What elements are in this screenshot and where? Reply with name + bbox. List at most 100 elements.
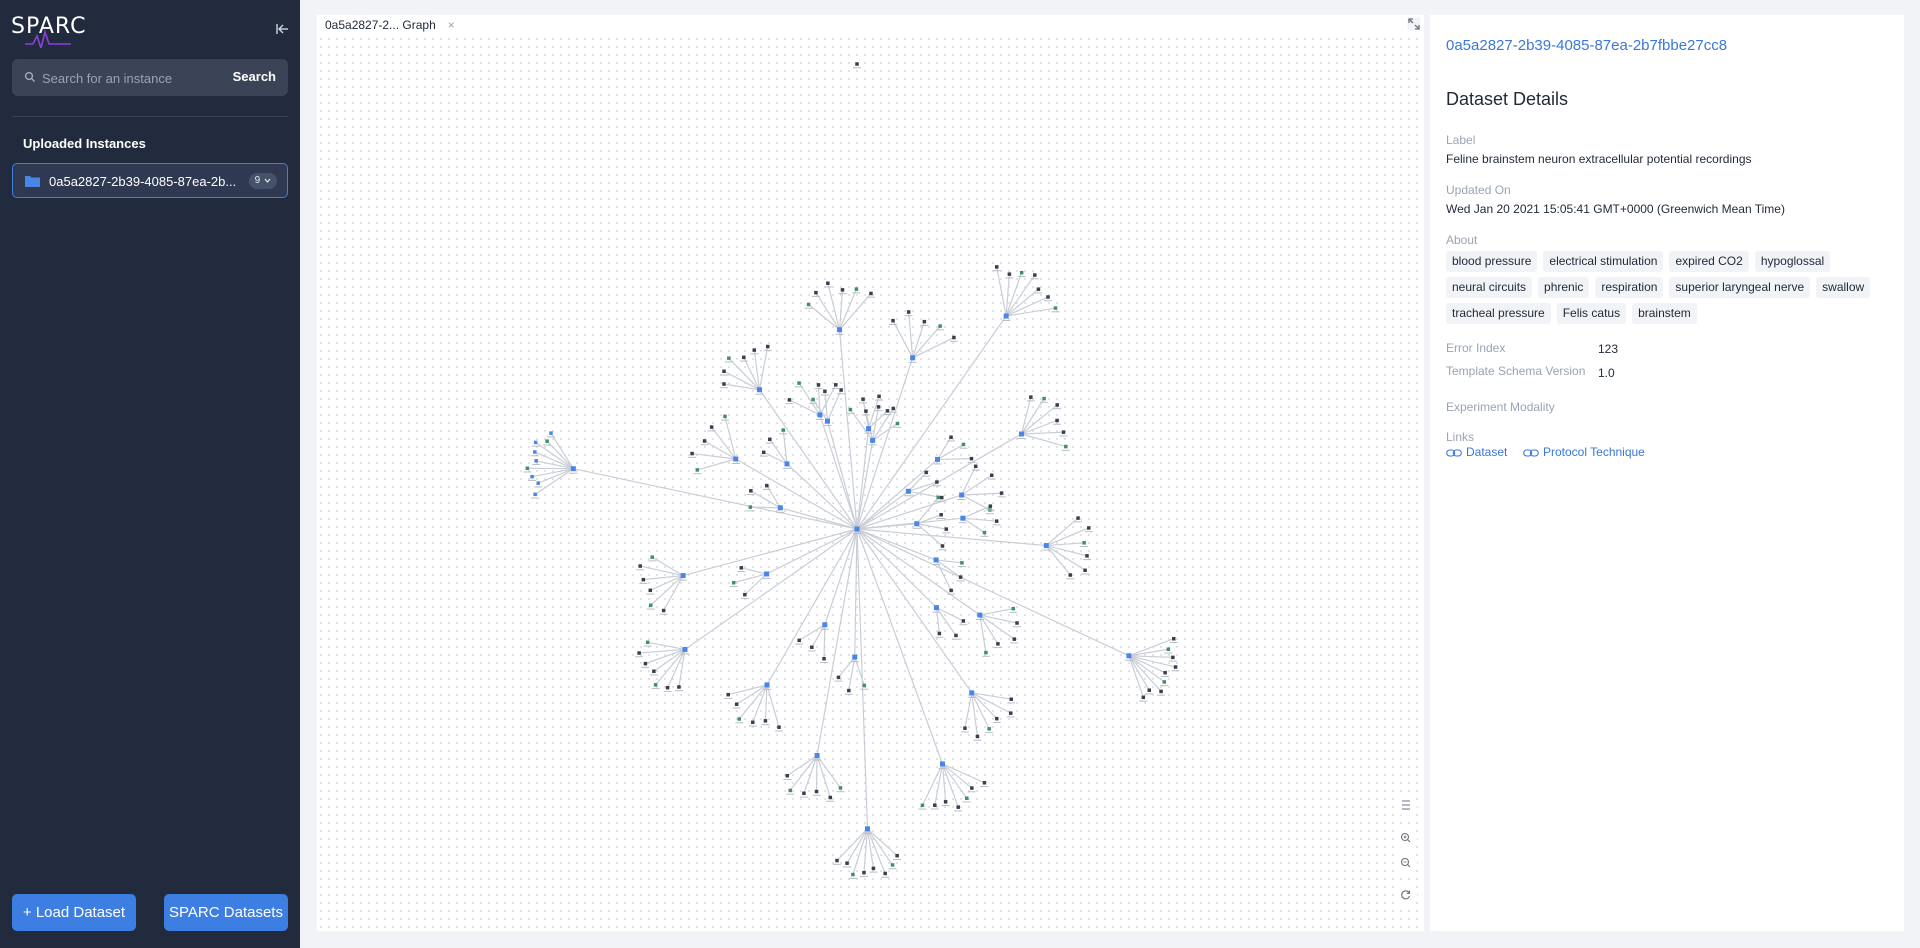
graph-node[interactable] <box>638 564 642 568</box>
graph-node[interactable] <box>876 405 881 409</box>
graph-node[interactable] <box>810 645 814 650</box>
graph-node[interactable] <box>1042 396 1046 401</box>
graph-node[interactable] <box>739 566 744 570</box>
graph-node[interactable] <box>855 62 859 66</box>
graph-node[interactable] <box>822 656 826 661</box>
graph-node[interactable] <box>665 685 670 690</box>
graph-node[interactable] <box>1076 516 1080 520</box>
graph-node[interactable] <box>869 291 873 296</box>
graph-node[interactable] <box>1011 606 1016 611</box>
graph-node[interactable] <box>748 505 753 509</box>
graph-node[interactable] <box>648 588 653 593</box>
graph-node[interactable] <box>677 685 681 689</box>
graph-node[interactable] <box>1166 647 1171 652</box>
graph-node[interactable] <box>936 495 940 500</box>
graph-node[interactable] <box>885 409 890 413</box>
graph-node[interactable] <box>969 690 975 696</box>
graph-node[interactable] <box>862 870 866 875</box>
graph-node[interactable] <box>814 290 818 295</box>
graph-node[interactable] <box>1008 711 1013 715</box>
graph-node[interactable] <box>822 622 828 628</box>
graph-node[interactable] <box>891 318 895 323</box>
graph-node[interactable] <box>650 555 654 559</box>
graph-node[interactable] <box>777 505 783 511</box>
graph-node[interactable] <box>737 717 741 721</box>
graph-node[interactable] <box>826 281 830 285</box>
graph-node[interactable] <box>982 530 987 535</box>
fit-view-button[interactable] <box>1395 794 1417 816</box>
graph-node[interactable] <box>922 319 927 324</box>
graph-node[interactable] <box>854 526 860 532</box>
graph-node[interactable] <box>877 394 881 399</box>
graph-node[interactable] <box>781 428 785 432</box>
graph-node[interactable] <box>530 474 534 479</box>
graph-node[interactable] <box>722 369 726 374</box>
graph-node[interactable] <box>1173 665 1178 669</box>
graph-node[interactable] <box>648 603 653 608</box>
graph-node[interactable] <box>973 464 978 469</box>
graph-node[interactable] <box>727 356 731 360</box>
graph-node[interactable] <box>954 633 958 638</box>
graph-node[interactable] <box>765 483 769 488</box>
graph-node[interactable] <box>924 470 928 475</box>
graph-node[interactable] <box>1046 295 1050 299</box>
graph-node[interactable] <box>1126 653 1132 659</box>
graph-node[interactable] <box>870 437 876 443</box>
graph-node[interactable] <box>785 773 790 778</box>
graph-node[interactable] <box>1033 273 1037 277</box>
dataset-link[interactable]: Dataset <box>1446 445 1507 459</box>
graph-node[interactable] <box>787 398 792 402</box>
graph-node[interactable] <box>1055 418 1059 423</box>
graph-node[interactable] <box>536 481 540 485</box>
graph-node[interactable] <box>949 435 953 439</box>
graph-node[interactable] <box>933 605 939 611</box>
graph-node[interactable] <box>910 355 916 361</box>
graph-node[interactable] <box>1159 689 1163 694</box>
graph-node[interactable] <box>999 491 1004 495</box>
graph-node[interactable] <box>940 495 944 500</box>
graph-node[interactable] <box>733 456 739 462</box>
expand-icon[interactable] <box>1407 17 1421 31</box>
graph-node[interactable] <box>938 324 942 328</box>
graph-node[interactable] <box>1019 270 1024 275</box>
graph-node[interactable] <box>695 468 700 472</box>
graph-node[interactable] <box>1163 670 1167 675</box>
graph-node[interactable] <box>811 397 815 402</box>
protocol-technique-link[interactable]: Protocol Technique <box>1523 445 1645 459</box>
graph-node[interactable] <box>802 791 806 796</box>
load-dataset-button[interactable]: + Load Dataset <box>12 894 136 931</box>
graph-node[interactable] <box>975 734 980 739</box>
graph-node[interactable] <box>989 473 994 478</box>
graph-node[interactable] <box>933 803 937 807</box>
graph-node[interactable] <box>940 761 946 767</box>
graph-node[interactable] <box>731 580 736 585</box>
graph-node[interactable] <box>854 287 859 291</box>
graph-node[interactable] <box>891 406 896 411</box>
graph-node[interactable] <box>984 650 988 655</box>
graph-node[interactable] <box>1015 621 1019 625</box>
search-input[interactable] <box>42 67 232 89</box>
graph-node[interactable] <box>1009 697 1013 701</box>
graph-node[interactable] <box>970 786 974 790</box>
graph-node[interactable] <box>751 720 755 725</box>
graph-node[interactable] <box>806 302 811 307</box>
graph-node[interactable] <box>920 803 925 808</box>
graph-node[interactable] <box>895 421 900 426</box>
graph-node[interactable] <box>862 683 867 688</box>
graph-node[interactable] <box>777 725 781 729</box>
graph-node[interactable] <box>906 310 911 314</box>
graph-node[interactable] <box>828 795 833 800</box>
graph-node[interactable] <box>1036 287 1041 291</box>
graph-node[interactable] <box>848 407 853 412</box>
graph-node[interactable] <box>653 683 658 687</box>
graph-node[interactable] <box>994 265 999 269</box>
graph-canvas[interactable] <box>317 35 1424 931</box>
graph-node[interactable] <box>533 440 538 445</box>
graph-node[interactable] <box>768 437 772 442</box>
graph-node[interactable] <box>866 426 872 432</box>
graph-node[interactable] <box>816 383 821 387</box>
graph-node[interactable] <box>883 871 887 876</box>
graph-node[interactable] <box>1061 430 1066 434</box>
graph-node[interactable] <box>963 726 967 730</box>
graph-node[interactable] <box>702 439 707 443</box>
